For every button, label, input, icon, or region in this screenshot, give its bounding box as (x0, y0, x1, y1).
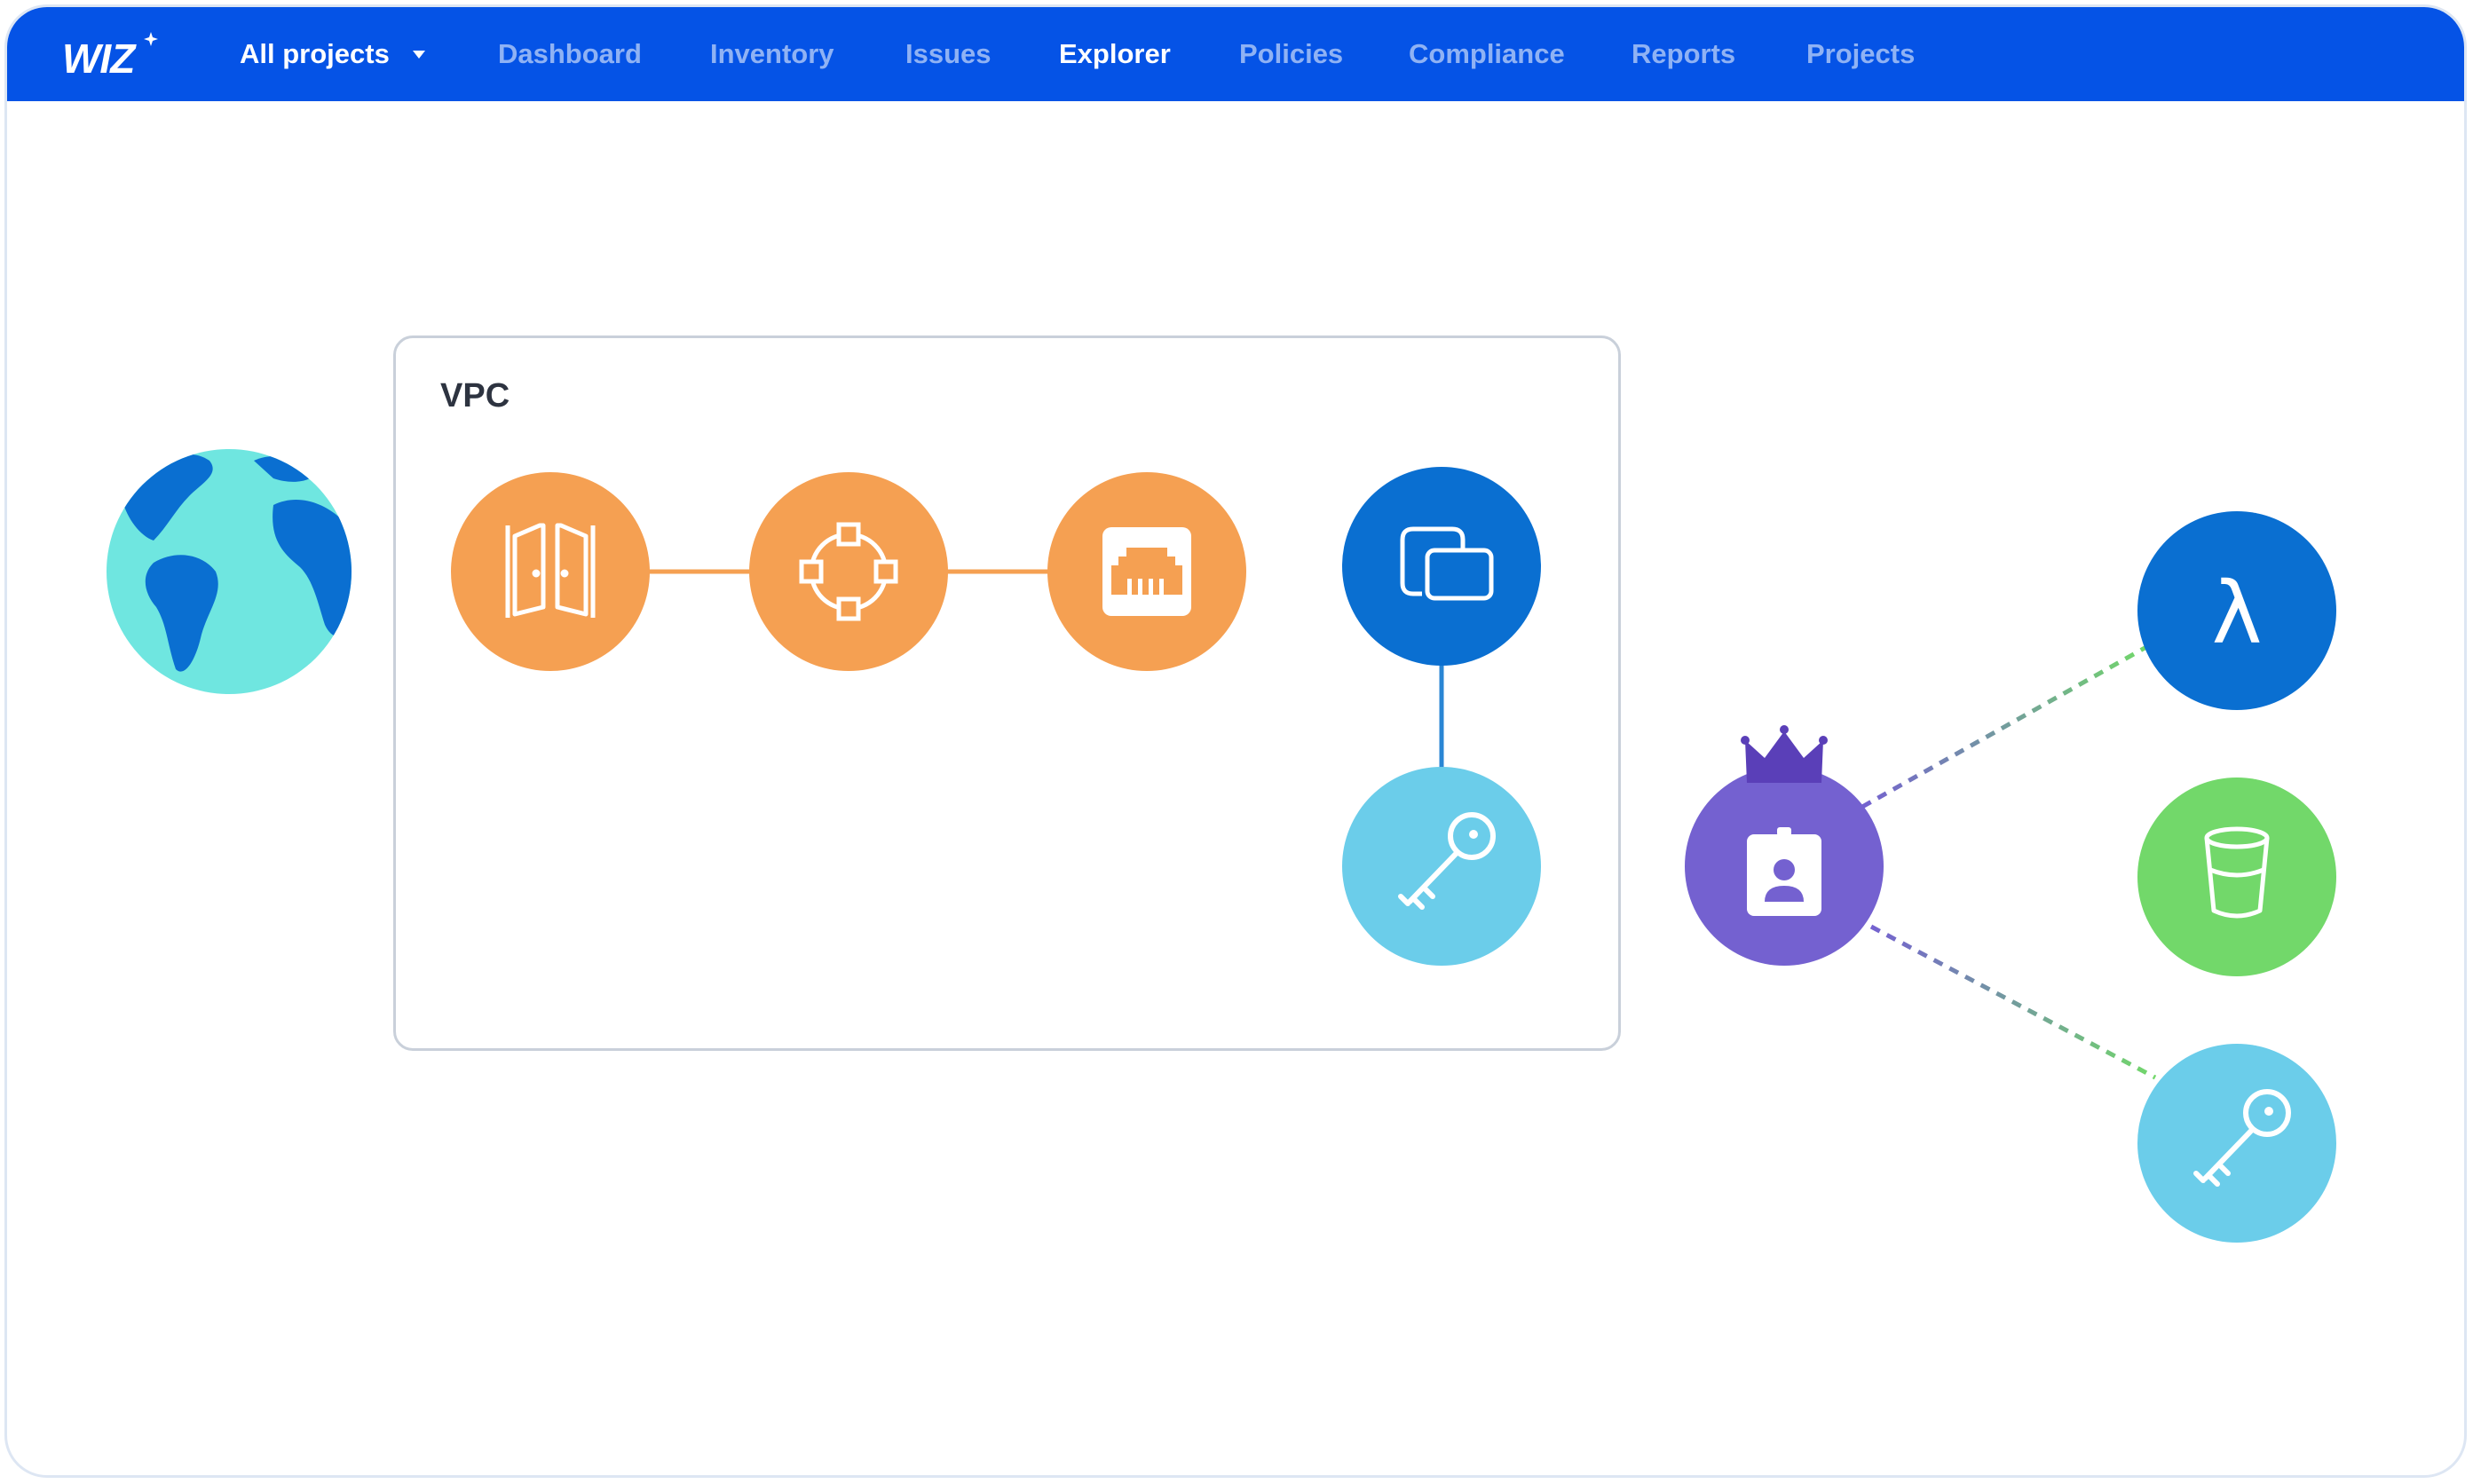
nav-compliance[interactable]: Compliance (1409, 7, 1565, 101)
project-selector-label: All projects (240, 38, 390, 69)
project-selector[interactable]: All projects (240, 7, 425, 101)
internet-node[interactable] (107, 449, 354, 694)
serverless-function-node[interactable]: λ (2137, 511, 2336, 710)
secret-key-node[interactable] (2137, 1044, 2336, 1243)
ethernet-port-icon (1102, 527, 1191, 616)
access-key-node[interactable] (1342, 767, 1541, 966)
nav-issues[interactable]: Issues (905, 7, 992, 101)
wiz-logo[interactable]: WIZ (59, 27, 165, 83)
security-graph: λ (107, 449, 2336, 1243)
gateway-node[interactable] (451, 472, 650, 671)
nav-inventory[interactable]: Inventory (710, 7, 834, 101)
load-balancer-node[interactable] (749, 472, 948, 671)
edge-identity-function (1861, 644, 2148, 809)
nav-policies[interactable]: Policies (1239, 7, 1343, 101)
network-interface-node[interactable] (1047, 472, 1246, 671)
nav-reports[interactable]: Reports (1632, 7, 1735, 101)
nav-dashboard[interactable]: Dashboard (498, 7, 642, 101)
id-badge-icon (1747, 827, 1821, 916)
lambda-icon: λ (2212, 564, 2263, 663)
edge-identity-secret (1869, 924, 2157, 1080)
storage-bucket-node[interactable] (2137, 778, 2336, 976)
chevron-down-icon (412, 50, 425, 59)
explorer-graph-canvas[interactable]: VPC λ (7, 101, 2464, 1475)
logo-text: WIZ (62, 36, 137, 82)
virtual-machine-node[interactable] (1342, 467, 1541, 666)
crown-icon (1745, 731, 1823, 783)
nav-projects[interactable]: Projects (1806, 7, 1915, 101)
app-window: WIZ All projects Dashboard Inventory Iss… (4, 4, 2467, 1478)
top-navigation-bar: WIZ All projects Dashboard Inventory Iss… (7, 7, 2464, 101)
nav-explorer[interactable]: Explorer (1059, 7, 1171, 101)
sparkle-icon (144, 32, 158, 46)
admin-identity-node[interactable] (1685, 725, 1884, 966)
